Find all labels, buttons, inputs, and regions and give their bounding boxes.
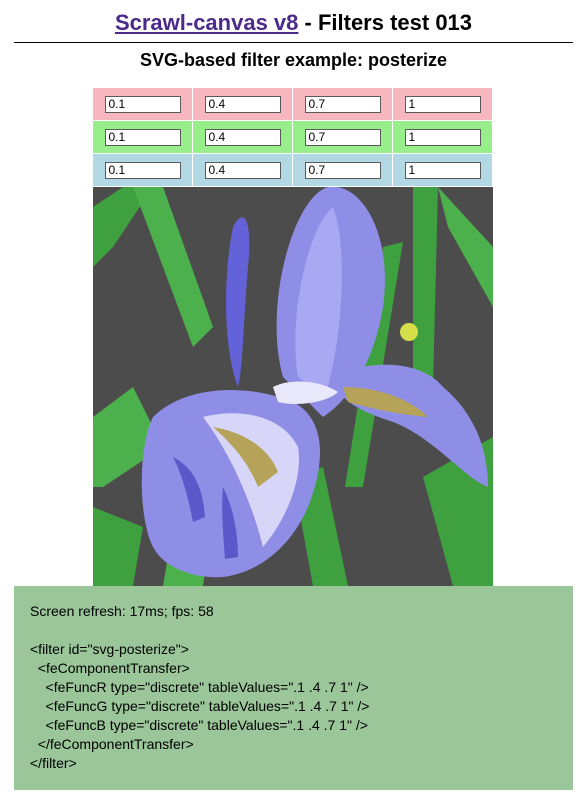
red-cell [93, 88, 193, 121]
page-subtitle: SVG-based filter example: posterize [139, 50, 448, 70]
green-value-4-input[interactable] [404, 128, 481, 146]
green-channel-row [93, 121, 493, 154]
code-line: <feComponentTransfer> [30, 660, 190, 676]
green-cell [93, 121, 193, 154]
blue-cell [393, 154, 493, 187]
code-line: <feFuncB type="discrete" tableValues=".1… [30, 717, 368, 733]
bud-shape [400, 323, 418, 341]
code-line: <filter id="svg-posterize"> [30, 641, 189, 657]
green-value-1-input[interactable] [104, 128, 181, 146]
red-value-2-input[interactable] [204, 95, 281, 113]
code-line: </filter> [30, 755, 77, 771]
blue-value-1-input[interactable] [104, 161, 181, 179]
report-spacer [30, 621, 557, 640]
blue-value-2-input[interactable] [204, 161, 281, 179]
green-value-2-input[interactable] [204, 128, 281, 146]
filter-controls [93, 88, 493, 187]
page-title: Scrawl-canvas v8 - Filters test 013 [0, 8, 587, 38]
blue-value-4-input[interactable] [404, 161, 481, 179]
blue-cell [293, 154, 393, 187]
red-channel-row [93, 88, 493, 121]
red-value-4-input[interactable] [404, 95, 481, 113]
page-title-rest: - Filters test 013 [298, 10, 473, 35]
code-line: <feFuncR type="discrete" tableValues=".1… [30, 679, 369, 695]
green-cell [393, 121, 493, 154]
code-line: </feComponentTransfer> [30, 736, 194, 752]
blue-cell [193, 154, 293, 187]
blue-cell [93, 154, 193, 187]
red-cell [293, 88, 393, 121]
title-divider [14, 42, 573, 43]
refresh-readout: Screen refresh: 17ms; fps: 58 [30, 603, 214, 619]
iris-image [93, 187, 493, 586]
report-panel: Screen refresh: 17ms; fps: 58 <filter id… [14, 586, 573, 790]
code-line: <feFuncG type="discrete" tableValues=".1… [30, 698, 370, 714]
scrawl-canvas-link[interactable]: Scrawl-canvas v8 [115, 10, 298, 35]
green-cell [293, 121, 393, 154]
red-value-1-input[interactable] [104, 95, 181, 113]
green-cell [193, 121, 293, 154]
red-cell [393, 88, 493, 121]
blue-channel-row [93, 154, 493, 187]
red-cell [193, 88, 293, 121]
red-value-3-input[interactable] [304, 95, 381, 113]
filter-canvas[interactable] [93, 187, 493, 586]
blue-value-3-input[interactable] [304, 161, 381, 179]
green-value-3-input[interactable] [304, 128, 381, 146]
